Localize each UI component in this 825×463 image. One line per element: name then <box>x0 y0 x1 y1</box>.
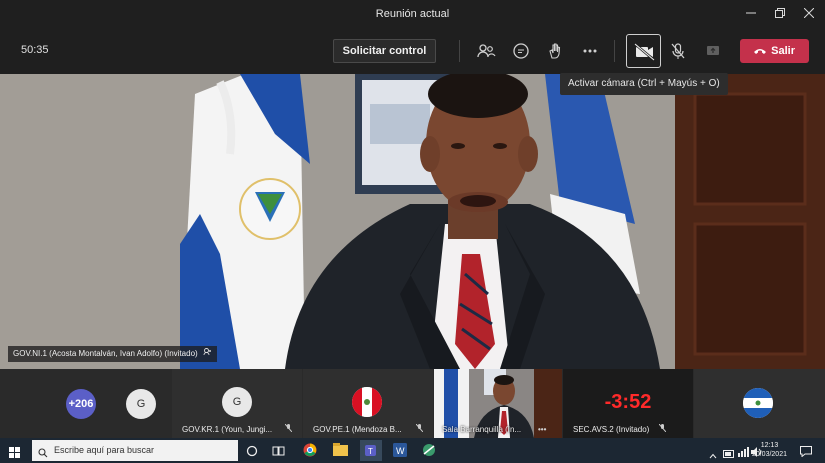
leave-button[interactable]: Salir <box>740 39 809 63</box>
windows-taskbar: Escribe aquí para buscar T W 12:13 20/03… <box>0 438 825 463</box>
svg-text:W: W <box>396 446 405 456</box>
cortana-icon[interactable] <box>246 444 258 462</box>
svg-text:T: T <box>368 447 373 456</box>
mic-off-icon[interactable] <box>667 40 689 62</box>
participant-avatar-g[interactable]: G <box>126 389 156 419</box>
teams-taskbar-icon[interactable]: T <box>360 440 382 461</box>
taskbar-search-box[interactable]: Escribe aquí para buscar <box>32 440 238 461</box>
camera-tooltip: Activar cámara (Ctrl + Mayús + O) <box>560 73 728 95</box>
task-view-icon[interactable] <box>272 444 285 462</box>
close-icon[interactable] <box>798 4 820 24</box>
phone-hangup-icon <box>754 49 766 54</box>
chrome-icon[interactable] <box>303 443 317 462</box>
pin-icon <box>203 348 212 358</box>
participant-strip: +206 G G GOV.KR.1 (Youn, Jungi... GOV.PE… <box>0 369 825 438</box>
meeting-timer: 50:35 <box>21 44 49 56</box>
chat-icon[interactable] <box>510 40 532 62</box>
notifications-icon[interactable] <box>800 444 812 462</box>
participant-name: Sala Barranquilla (In... <box>442 425 522 434</box>
overflow-count-avatar[interactable]: +206 <box>66 389 96 419</box>
search-placeholder: Escribe aquí para buscar <box>54 445 155 455</box>
restore-icon[interactable] <box>769 4 791 24</box>
network-icon[interactable] <box>738 444 749 462</box>
word-icon[interactable]: W <box>393 443 407 462</box>
share-icon[interactable] <box>702 40 724 62</box>
file-explorer-icon[interactable] <box>333 443 348 461</box>
clock-time: 12:13 <box>760 442 779 449</box>
chevron-up-icon[interactable] <box>709 446 717 463</box>
speaker-name-label: GOV.NI.1 (Acosta Montalván, Ivan Adolfo)… <box>8 346 217 362</box>
clock-date: 20/03/2021 <box>751 451 787 458</box>
title-bar: Reunión actual <box>0 0 825 28</box>
minimize-icon[interactable] <box>740 4 762 24</box>
mic-off-icon <box>415 423 424 434</box>
search-icon <box>38 445 48 463</box>
participant-tile-kr[interactable]: G GOV.KR.1 (Youn, Jungi... <box>172 369 302 438</box>
main-video-feed <box>0 74 825 369</box>
participant-tile-pe[interactable]: GOV.PE.1 (Mendoza B... <box>303 369 433 438</box>
teams-meeting-window: Reunión actual 50:35 Solicitar control S… <box>0 0 825 463</box>
participant-tile-ni[interactable] <box>694 369 825 438</box>
participant-tile-sec[interactable]: -3:52 SEC.AVS.2 (Invitado) <box>563 369 693 438</box>
request-control-button[interactable]: Solicitar control <box>333 39 436 63</box>
camera-off-icon <box>634 43 655 61</box>
camera-toggle-button[interactable] <box>626 34 661 68</box>
people-icon[interactable] <box>475 40 497 62</box>
participant-tile-overflow[interactable]: +206 G <box>0 369 170 438</box>
app-icon[interactable] <box>422 443 437 462</box>
speaker-video-image <box>0 74 825 369</box>
mic-off-icon <box>284 423 293 434</box>
toolbar-divider <box>614 40 615 62</box>
meeting-toolbar: 50:35 Solicitar control Salir <box>0 28 825 74</box>
countdown-timer: -3:52 <box>604 391 652 413</box>
toolbar-divider <box>459 40 460 62</box>
window-title: Reunión actual <box>375 8 450 20</box>
leave-label: Salir <box>771 45 795 57</box>
windows-start-icon[interactable] <box>9 445 20 463</box>
nicaragua-flag-avatar <box>743 388 773 418</box>
speaker-name: GOV.NI.1 (Acosta Montalván, Ivan Adolfo)… <box>13 349 198 358</box>
participant-name: GOV.KR.1 (Youn, Jungi... <box>182 425 273 434</box>
mic-off-icon <box>658 423 667 434</box>
more-icon[interactable] <box>579 40 601 62</box>
participant-name: SEC.AVS.2 (Invitado) <box>573 425 650 434</box>
hand-icon[interactable] <box>544 40 566 62</box>
battery-icon[interactable] <box>723 445 735 463</box>
participant-avatar: G <box>222 387 252 417</box>
more-icon[interactable]: ••• <box>538 425 546 434</box>
participant-name: GOV.PE.1 (Mendoza B... <box>313 425 402 434</box>
participant-tile-sala[interactable]: Sala Barranquilla (In... ••• <box>434 369 562 438</box>
taskbar-clock[interactable]: 12:13 20/03/2021 <box>752 441 787 459</box>
peru-flag-avatar <box>352 387 382 417</box>
